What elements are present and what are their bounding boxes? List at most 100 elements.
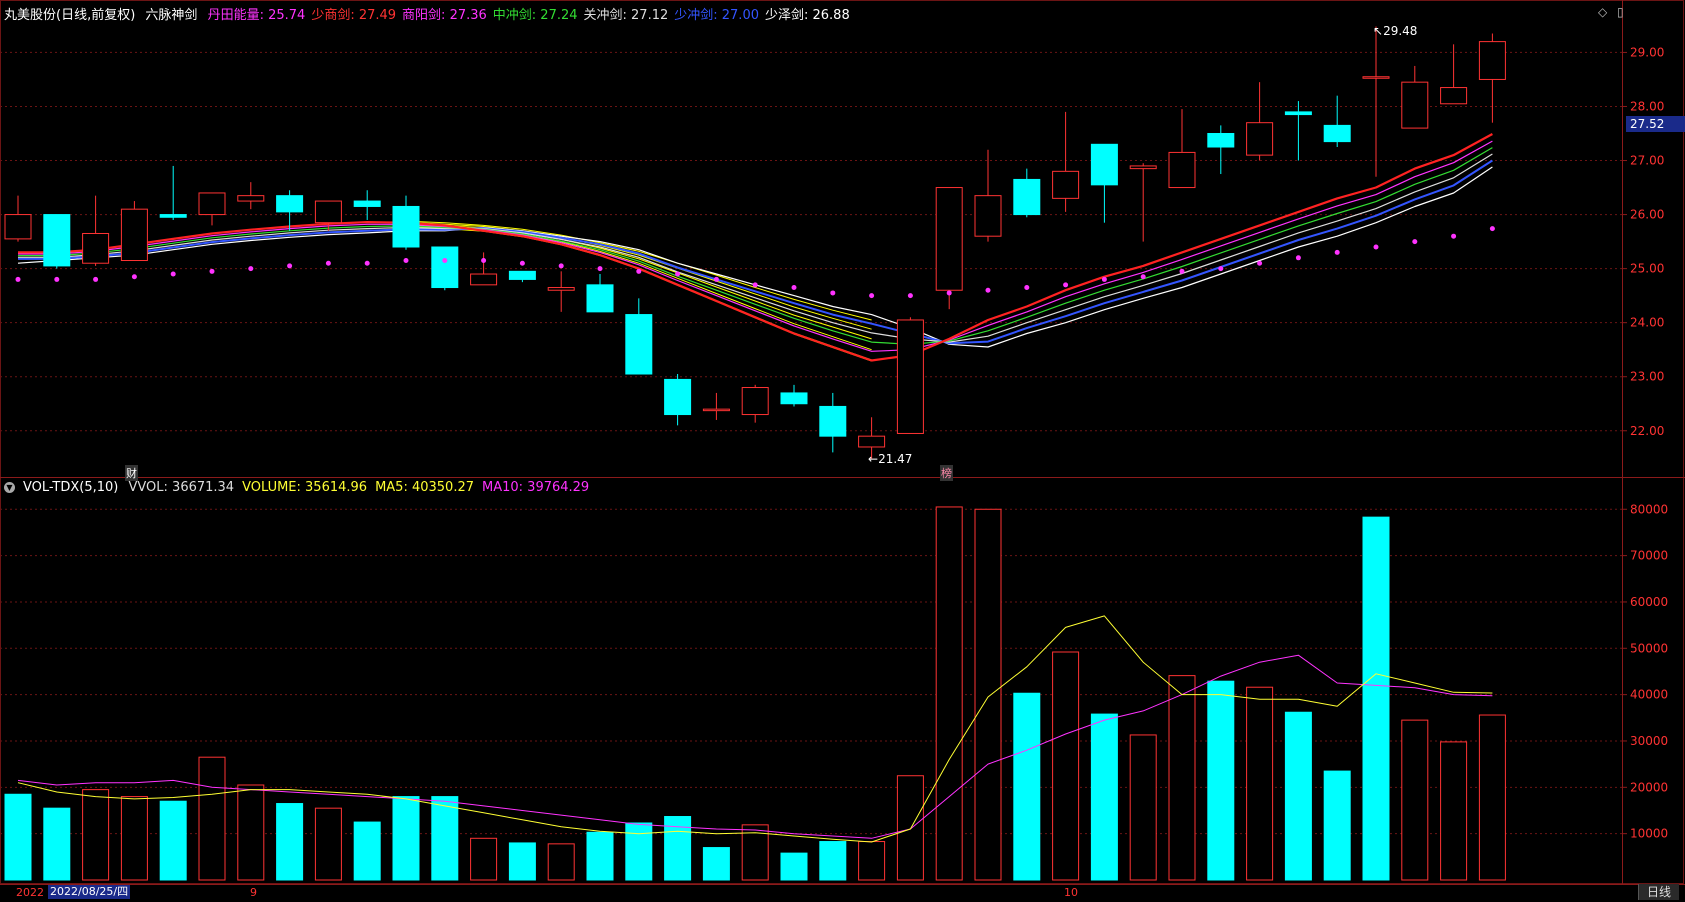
header-item-value: 25.74	[268, 8, 306, 23]
dantian-dot	[1334, 249, 1340, 255]
header-item-value: 27.12	[631, 8, 669, 23]
dantian-dot	[1140, 274, 1146, 280]
candle-body	[159, 214, 187, 218]
dantian-dot	[209, 268, 215, 274]
price-tick-label: 29.00	[1630, 45, 1664, 59]
volume-bar	[896, 775, 924, 881]
dantian-dot	[752, 282, 758, 288]
candle-body	[1129, 165, 1157, 170]
dantian-dot	[131, 274, 137, 280]
period-button[interactable]: 日线	[1637, 884, 1679, 900]
dantian-dot	[1489, 226, 1495, 232]
candle-body	[664, 378, 692, 416]
volume-bar	[120, 796, 148, 881]
dantian-dot	[93, 276, 99, 282]
price-tick-label: 25.00	[1630, 262, 1664, 276]
header-item-label: 少商剑:	[311, 8, 359, 23]
volume-tick-label: 50000	[1630, 641, 1668, 655]
dantian-dot	[675, 271, 681, 277]
volume-bar	[858, 841, 886, 881]
candle	[702, 392, 730, 420]
stock-title: 丸美股份(日线,前复权)	[4, 8, 136, 23]
dantian-dot	[1101, 276, 1107, 282]
dantian-dot	[248, 266, 254, 272]
volume-tick-label: 60000	[1630, 595, 1668, 609]
diamond-icon[interactable]: ◇	[1598, 5, 1607, 19]
candle	[586, 274, 614, 313]
dantian-dot	[325, 260, 331, 266]
candle-body	[1090, 143, 1118, 186]
vol-indicator-name: VOL-TDX(5,10)	[23, 480, 119, 495]
window-icon[interactable]: ▯	[1617, 5, 1624, 19]
kline-chart[interactable]: 22.00 23.00 24.00 25.00 26.00 27.00 28.00 29.00…	[0, 0, 1685, 901]
candle	[1478, 33, 1506, 123]
candle	[508, 270, 536, 283]
volume-bar	[819, 841, 847, 881]
volume-bar	[1478, 714, 1506, 881]
volume-bar	[1090, 713, 1118, 881]
high-annotation: ↖29.48	[1373, 24, 1418, 38]
volume-bar	[508, 842, 536, 881]
vol-item-value: 35614.96	[305, 480, 368, 495]
candle-body	[741, 387, 769, 416]
header-item-label: 少冲剑:	[674, 8, 722, 23]
candle-body	[702, 408, 730, 412]
volume-bar	[198, 756, 226, 881]
candle-body	[935, 187, 963, 291]
volume-tick-label: 30000	[1630, 734, 1668, 748]
header-item: 少冲剑: 27.00	[674, 8, 759, 23]
candle	[1362, 26, 1390, 177]
header-item-label: 少泽剑:	[764, 8, 813, 23]
candle	[198, 192, 226, 226]
dantian-dot	[1063, 282, 1069, 288]
header-item-label: 商阳剑:	[402, 8, 450, 23]
header-item-value: 27.49	[358, 8, 397, 23]
candle-body	[314, 200, 342, 224]
candle	[741, 384, 769, 423]
indicator-name: 六脉神剑	[145, 8, 198, 23]
candle	[353, 190, 381, 220]
candle-body	[1362, 76, 1390, 79]
candle	[1323, 95, 1351, 148]
candle	[82, 195, 110, 266]
chart-frame	[0, 0, 1684, 884]
band-关冲剑	[18, 153, 1493, 343]
band-少泽剑	[17, 166, 1493, 348]
candle	[392, 195, 420, 250]
candle	[547, 271, 575, 312]
candle	[237, 182, 265, 210]
candle-body	[896, 319, 924, 434]
candle-body	[470, 273, 498, 286]
dantian-dot	[1218, 266, 1224, 272]
dantian-dot	[1257, 260, 1263, 266]
volume-bar	[1129, 734, 1157, 881]
candle	[1207, 125, 1235, 175]
vol-item-value: 39764.29	[527, 480, 590, 495]
dantian-dot	[519, 260, 525, 266]
price-tick-label: 23.00	[1630, 370, 1664, 384]
indicator-header: 丸美股份(日线,前复权) 六脉神剑 丹田能量: 25.74 少商剑: 27.49 商…	[4, 4, 862, 23]
dantian-dot	[442, 258, 448, 264]
collapse-icon[interactable]: ▼	[4, 482, 15, 493]
candle-body	[974, 195, 1002, 237]
marker-bang[interactable]: 榜	[940, 465, 953, 481]
header-item-value: 27.00	[721, 8, 759, 23]
volume-tick-label: 40000	[1630, 688, 1668, 702]
candle	[780, 384, 808, 407]
volume-tick-label: 20000	[1630, 780, 1668, 794]
candle-body	[547, 287, 575, 291]
dantian-dot	[597, 266, 603, 272]
volume-bar	[314, 807, 342, 881]
candle-body	[431, 246, 459, 289]
header-item: 丹田能量: 25.74	[208, 8, 306, 23]
volume-bar	[4, 793, 32, 881]
vol-item: VOLUME: 35614.96	[242, 480, 367, 495]
marker-cai[interactable]: 财	[125, 465, 138, 481]
volume-bar	[1440, 741, 1468, 881]
candle-body	[392, 205, 420, 248]
candle-body	[819, 405, 847, 437]
vol-item-label: MA5:	[375, 480, 412, 495]
volume-bar	[1013, 692, 1041, 881]
band-少商剑	[18, 133, 1493, 362]
candle-body	[508, 270, 536, 280]
